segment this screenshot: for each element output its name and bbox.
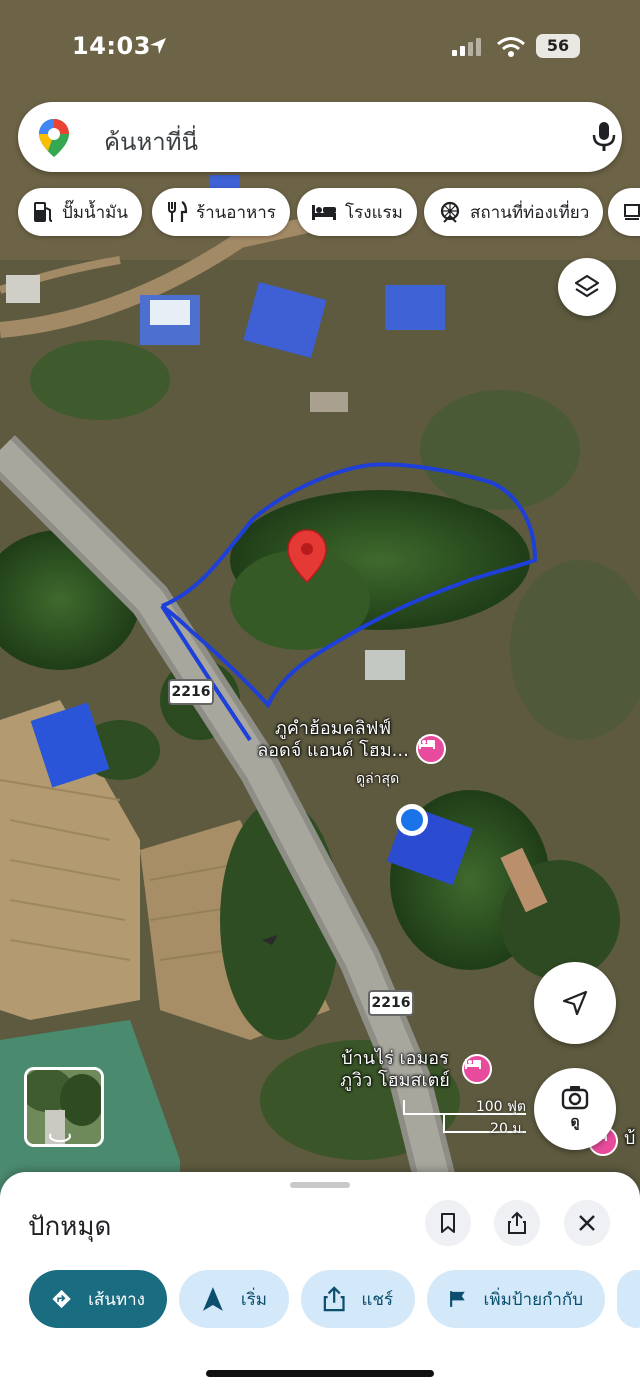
shopping-icon [624,204,640,220]
lens-button[interactable]: ดู [534,1068,616,1150]
chip-label: ร้านอาหาร [196,202,276,223]
search-placeholder: ค้นหาที่นี่ [104,128,198,156]
scale-meters: 20 ม. [490,1121,526,1137]
hotel-icon[interactable] [462,1054,492,1084]
directions-button[interactable]: เส้นทาง [29,1270,167,1328]
chip-restaurant[interactable]: ร้านอาหาร [152,188,290,236]
sheet-title: ปักหมุด [28,1212,112,1242]
hotel-icon[interactable] [416,734,446,764]
signal-icon [452,38,481,56]
sheet-grabber[interactable] [290,1182,350,1188]
microphone-icon[interactable] [590,120,618,154]
start-button[interactable]: เริ่ม [179,1270,289,1328]
chip-hotel[interactable]: โรงแรม [297,188,417,236]
poi-name-line2: ลอดจ์ แอนด์ โฮม... [257,740,409,761]
location-arrow-icon [150,38,166,54]
save-button[interactable] [425,1200,471,1246]
scale-feet: 100 ฟุต [475,1099,526,1115]
share-icon [508,1211,526,1234]
chip-gas[interactable]: ปั๊มน้ำมัน [18,188,142,236]
directions-icon [52,1289,71,1309]
close-button[interactable] [564,1200,610,1246]
close-icon [579,1215,595,1231]
poi-name-line1: บ้านไร่ เอมอร [341,1048,449,1069]
poi-edge-label: บ้ [624,1128,636,1149]
poi-name-line2: ภูวิว โฮมสเตย์ [340,1070,450,1091]
share-top-button[interactable] [494,1200,540,1246]
restaurant-icon [168,201,188,222]
layers-button[interactable] [558,258,616,316]
action-label: เส้นทาง [88,1289,145,1310]
hotel-icon [312,205,336,220]
label-flag-icon [450,1291,465,1307]
share-button[interactable]: แชร์ [301,1270,415,1328]
street-view-thumbnail[interactable] [24,1067,104,1147]
home-indicator [206,1370,434,1377]
start-navigation-icon [202,1287,223,1311]
action-label: เพิ่มป้ายกำกับ [483,1289,583,1310]
search-bar[interactable]: ค้นหาที่นี่ [18,102,622,172]
share-icon [323,1286,345,1312]
gas-station-icon [34,202,53,222]
poi-name-line1: ภูคำฮ้อมคลิฟฟ์ [274,718,392,739]
chip-label: สถานที่ท่องเที่ยว [470,202,590,223]
chip-attractions[interactable]: สถานที่ท่องเที่ยว [424,188,604,236]
navigation-arrow-icon [562,990,588,1016]
chip-label: โรงแรม [345,202,403,223]
chip-more[interactable] [608,188,640,236]
category-chips: ปั๊มน้ำมัน ร้านอาหาร โรงแรม สถานที่ท่องเ… [18,188,640,236]
lens-label: ดู [570,1114,580,1130]
chip-label: ปั๊มน้ำมัน [62,202,128,223]
status-time: 14:03 [72,32,151,60]
camera-lens-icon [561,1086,589,1110]
add-label-button[interactable]: เพิ่มป้ายกำกับ [427,1270,605,1328]
more-actions-button[interactable] [617,1270,640,1328]
my-location-button[interactable] [534,962,616,1044]
maps-logo-icon [39,119,69,157]
wifi-icon [497,37,525,57]
road-shield-2216: 2216 [368,990,414,1016]
action-label: แชร์ [361,1289,393,1310]
layers-icon [574,274,600,298]
attraction-icon [440,201,460,223]
action-label: เริ่ม [240,1289,267,1310]
scale-bar: 100 ฟุต 20 ม. [402,1096,530,1137]
place-bottom-sheet[interactable]: ปักหมุด เส้นทาง เริ่ม แชร์ เพิ่มป้ายกำกั… [0,1172,640,1389]
poi-recent-label: ดูล่าสุด [356,771,400,787]
battery-indicator: 56 [536,34,580,58]
status-bar: 14:03 56 [0,30,640,66]
bookmark-icon [441,1213,455,1233]
road-shield-2216: 2216 [168,679,214,705]
current-location-dot [396,804,428,836]
